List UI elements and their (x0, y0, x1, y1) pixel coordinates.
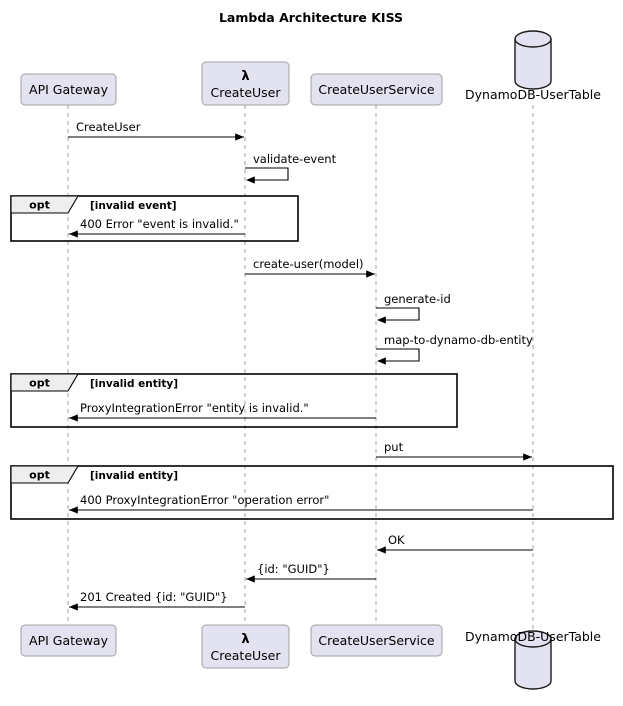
lifelines-layer (67, 105, 534, 633)
sequence-diagram-svg: Lambda Architecture KISS opt [invalid eve… (10, 10, 614, 690)
arrow-head (377, 357, 386, 365)
arrow-head (69, 230, 78, 238)
message-m7[interactable]: ProxyIntegrationError "entity is invalid… (69, 401, 376, 422)
participant-dynamo-bottom[interactable]: DynamoDB-UserTable (465, 629, 601, 690)
participant-label: CreateUser (210, 648, 281, 663)
arrow-head (377, 546, 386, 554)
messages-layer: CreateUser validate-event 400 Error "event… (68, 120, 533, 611)
message-label: ProxyIntegrationError "entity is invalid… (80, 401, 309, 415)
message-m8[interactable]: put (376, 440, 532, 461)
fragment-guard-label: [invalid entity] (90, 378, 178, 390)
arrow-head (69, 603, 78, 611)
message-m2[interactable]: validate-event (245, 152, 337, 184)
message-label: 201 Created {id: "GUID"} (80, 590, 228, 604)
arrow-head (523, 453, 532, 461)
arrow-head (69, 506, 78, 514)
arrow-head (235, 133, 244, 141)
message-label: CreateUser (76, 120, 141, 134)
participant-label: API Gateway (29, 633, 109, 648)
participant-label: CreateUser (210, 85, 281, 100)
message-label: generate-id (384, 292, 451, 306)
page-title: Lambda Architecture KISS (219, 10, 403, 25)
message-label: create-user(model) (253, 257, 364, 271)
arrow-head (246, 575, 255, 583)
participant-service-top[interactable]: CreateUserService (310, 73, 443, 106)
lambda-icon: λ (241, 632, 249, 647)
message-m9[interactable]: 400 ProxyIntegrationError "operation err… (69, 493, 533, 514)
sequence-diagram-canvas: Lambda Architecture KISS opt [invalid eve… (0, 0, 623, 706)
participant-lambda-top[interactable]: λCreateUser (201, 61, 290, 106)
message-label: put (384, 440, 404, 454)
fragments-layer: opt [invalid event] opt [invalid entity] opt… (10, 195, 614, 520)
participant-label: DynamoDB-UserTable (465, 87, 601, 102)
message-m4[interactable]: create-user(model) (245, 257, 375, 278)
arrow-head (69, 414, 78, 422)
participant-dynamo-top[interactable]: DynamoDB-UserTable (465, 30, 601, 102)
participant-label: CreateUserService (318, 82, 435, 97)
message-label: {id: "GUID"} (257, 562, 330, 576)
message-m6[interactable]: map-to-dynamo-db-entity (376, 333, 533, 365)
message-m5[interactable]: generate-id (376, 292, 451, 324)
arrow-head (246, 176, 255, 184)
message-m3[interactable]: 400 Error "event is invalid." (69, 217, 245, 238)
participant-label: CreateUserService (318, 633, 435, 648)
message-label: map-to-dynamo-db-entity (384, 333, 533, 347)
arrow-head (377, 316, 386, 324)
fragment-operator-label: opt (29, 199, 50, 212)
database-cylinder-top[interactable] (514, 30, 552, 48)
participant-service-bottom[interactable]: CreateUserService (310, 624, 443, 657)
message-m12[interactable]: 201 Created {id: "GUID"} (69, 590, 245, 611)
participant-label: DynamoDB-UserTable (465, 629, 601, 644)
participant-label: API Gateway (29, 82, 109, 97)
fragment-guard-label: [invalid entity] (90, 470, 178, 482)
message-label: 400 ProxyIntegrationError "operation err… (80, 493, 329, 507)
message-label: OK (388, 533, 405, 547)
fragment-guard-label: [invalid event] (90, 200, 177, 212)
message-m10[interactable]: OK (377, 533, 533, 554)
participant-lambda-bottom[interactable]: λCreateUser (201, 624, 290, 669)
participant-api-bottom[interactable]: API Gateway (20, 624, 117, 657)
arrow-head (366, 270, 375, 278)
lambda-icon: λ (241, 69, 249, 84)
fragment-operator-label: opt (29, 469, 50, 482)
message-label: validate-event (253, 152, 337, 166)
participant-api-top[interactable]: API Gateway (20, 73, 117, 106)
fragment-operator-label: opt (29, 377, 50, 390)
message-m11[interactable]: {id: "GUID"} (246, 562, 376, 583)
message-label: 400 Error "event is invalid." (80, 217, 239, 231)
message-m1[interactable]: CreateUser (68, 120, 244, 141)
